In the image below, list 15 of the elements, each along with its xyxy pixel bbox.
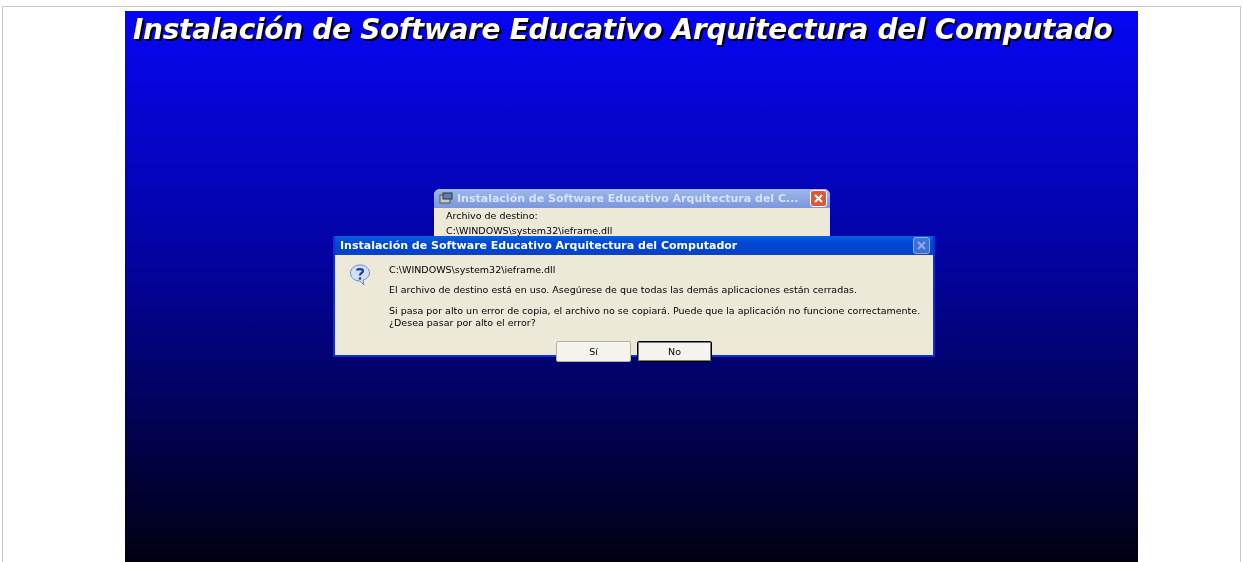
dialog-button[interactable]: No — [637, 341, 712, 363]
installer-icon — [439, 192, 453, 205]
page-title: Instalación de Software Educativo Arquitectura del Computado — [132, 12, 1113, 46]
close-icon — [814, 194, 823, 203]
dialog-title: Instalación de Software Educativo Arquitectura del Computador — [340, 239, 738, 252]
close-button[interactable] — [810, 190, 827, 207]
dialog-message: Si pasa por alto un error de copia, el archivo no se copiará. Puede que la aplicación no funcione correctamente. ¿Desea pasar por alto el error? — [389, 304, 921, 330]
dialog-message: C:\WINDOWS\system32\ieframe.dll — [389, 264, 557, 277]
field-label: Archivo de destino: — [445, 209, 539, 223]
dialog-button[interactable]: Sí — [556, 341, 631, 363]
dialog-message: El archivo de destino está en uso. Asegúrese de que todas las demás aplicaciones están cerradas. — [389, 284, 858, 297]
window-title: Instalación de Software Educativo Arquitectura del C... — [457, 192, 799, 205]
file-path: C:\WINDOWS\system32\ieframe.dll — [445, 224, 614, 238]
close-icon — [917, 241, 926, 250]
question-icon — [349, 264, 371, 286]
